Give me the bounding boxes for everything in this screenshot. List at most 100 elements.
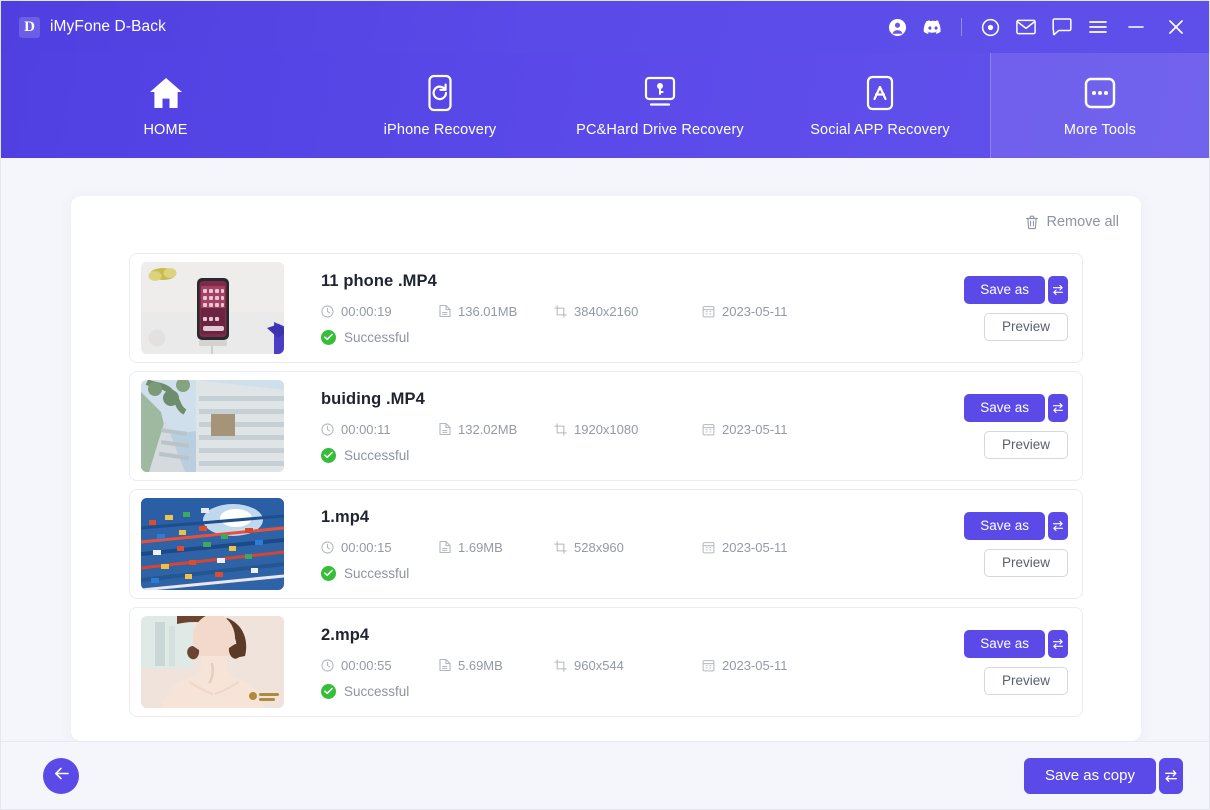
file-resolution-value: 960x544: [574, 657, 624, 673]
file-duration-value: 00:00:11: [341, 421, 391, 437]
file-name: 11 phone .MP4: [321, 271, 437, 290]
check-icon: [321, 565, 336, 581]
file-list: 11 phone .MP4 00:00:19 136.01MB 3840x216…: [129, 253, 1083, 727]
file-duration: 00:00:55: [321, 658, 439, 673]
calendar-icon: [702, 423, 715, 436]
swap-arrows-icon[interactable]: [1048, 393, 1068, 422]
app-logo: D: [19, 16, 40, 38]
file-thumbnail[interactable]: [141, 262, 284, 354]
main-navigation: HOME iPhone Recovery PC&Hard Drive Recov…: [1, 53, 1209, 158]
app-title: iMyFone D-Back: [50, 18, 166, 35]
status-badge: Successful: [321, 447, 955, 463]
file-name: 2.mp4: [321, 625, 370, 644]
file-row[interactable]: 1.mp4 00:00:15 1.69MB 528x960 2023-05-11…: [129, 489, 1083, 599]
account-icon[interactable]: [880, 10, 914, 44]
phone-refresh-icon: [426, 74, 454, 112]
file-date-value: 2023-05-11: [722, 303, 788, 319]
file-row[interactable]: 11 phone .MP4 00:00:19 136.01MB 3840x216…: [129, 253, 1083, 363]
file-info: 11 phone .MP4 00:00:19 136.01MB 3840x216…: [284, 272, 955, 345]
crop-icon: [554, 422, 567, 436]
target-icon[interactable]: [973, 10, 1007, 44]
back-button[interactable]: [43, 757, 79, 794]
file-duration-value: 00:00:15: [341, 539, 392, 555]
brand: D iMyFone D-Back: [19, 16, 166, 38]
preview-button[interactable]: Preview: [983, 312, 1068, 341]
mail-icon[interactable]: [1009, 10, 1043, 44]
preview-button[interactable]: Preview: [983, 666, 1068, 695]
save-as-button[interactable]: Save as: [964, 275, 1045, 304]
nav-item-iphone-recovery[interactable]: iPhone Recovery: [330, 53, 550, 158]
app-store-icon: [864, 74, 896, 112]
status-label: Successful: [344, 683, 410, 699]
file-icon: [439, 658, 451, 672]
nav-item-social-app-recovery[interactable]: Social APP Recovery: [770, 53, 990, 158]
minimize-icon[interactable]: [1117, 10, 1155, 44]
file-size-value: 5.69MB: [458, 657, 503, 673]
row-actions: Save as Preview: [955, 393, 1068, 459]
file-resolution-value: 1920x1080: [574, 421, 639, 437]
check-icon: [321, 447, 336, 463]
save-as-split-button: Save as: [964, 511, 1068, 540]
file-meta: 00:00:55 5.69MB 960x544 2023-05-11: [321, 658, 955, 673]
nav-label-pc-hard-drive-recovery: PC&Hard Drive Recovery: [576, 121, 744, 138]
calendar-icon: [702, 659, 715, 672]
close-icon[interactable]: [1157, 10, 1195, 44]
file-row[interactable]: buiding .MP4 00:00:11 132.02MB 1920x1080…: [129, 371, 1083, 481]
save-as-split-button: Save as: [964, 393, 1068, 422]
file-size-value: 132.02MB: [458, 421, 518, 437]
file-resolution: 528x960: [554, 540, 702, 555]
file-size: 1.69MB: [439, 540, 554, 555]
file-size-value: 136.01MB: [458, 303, 518, 319]
file-resolution-value: 528x960: [574, 539, 624, 555]
save-as-copy-button[interactable]: Save as copy: [1023, 757, 1156, 794]
file-name: buiding .MP4: [321, 389, 425, 408]
ellipsis-box-icon: [1083, 74, 1117, 112]
swap-arrows-icon[interactable]: [1048, 629, 1068, 658]
status-label: Successful: [344, 447, 410, 463]
nav-item-home[interactable]: HOME: [1, 53, 330, 158]
save-as-button[interactable]: Save as: [964, 511, 1045, 540]
toolbar-divider: [961, 18, 962, 36]
file-resolution-value: 3840x2160: [574, 303, 639, 319]
save-as-split-button: Save as: [964, 275, 1068, 304]
file-meta: 00:00:15 1.69MB 528x960 2023-05-11: [321, 540, 955, 555]
nav-item-more-tools[interactable]: More Tools: [990, 53, 1209, 158]
monitor-key-icon: [641, 74, 679, 112]
preview-button[interactable]: Preview: [983, 430, 1068, 459]
status-badge: Successful: [321, 565, 955, 581]
save-as-button[interactable]: Save as: [964, 629, 1045, 658]
file-info: 2.mp4 00:00:55 5.69MB 960x544 2023-05-11…: [284, 626, 955, 699]
save-as-button[interactable]: Save as: [964, 393, 1045, 422]
status-label: Successful: [344, 565, 410, 581]
status-badge: Successful: [321, 329, 955, 345]
file-icon: [439, 422, 451, 436]
results-panel: Remove all 11 phone .MP4 00:00:19 136.01…: [71, 196, 1141, 741]
swap-arrows-icon[interactable]: [1048, 275, 1068, 304]
remove-all-button[interactable]: Remove all: [1025, 214, 1119, 230]
swap-arrows-icon[interactable]: [1048, 511, 1068, 540]
menu-icon[interactable]: [1081, 10, 1115, 44]
file-size-value: 1.69MB: [458, 539, 503, 555]
chat-icon[interactable]: [1045, 10, 1079, 44]
discord-icon[interactable]: [916, 10, 950, 44]
clock-icon: [321, 658, 334, 672]
file-date: 2023-05-11: [702, 304, 788, 319]
nav-label-iphone-recovery: iPhone Recovery: [383, 121, 497, 138]
file-info: buiding .MP4 00:00:11 132.02MB 1920x1080…: [284, 390, 955, 463]
file-thumbnail[interactable]: [141, 380, 284, 472]
calendar-icon: [702, 541, 715, 554]
file-resolution: 1920x1080: [554, 422, 702, 437]
file-size: 5.69MB: [439, 658, 554, 673]
file-icon: [439, 304, 451, 318]
preview-button[interactable]: Preview: [983, 548, 1068, 577]
file-resolution: 960x544: [554, 658, 702, 673]
file-thumbnail[interactable]: [141, 616, 284, 708]
file-row[interactable]: 2.mp4 00:00:55 5.69MB 960x544 2023-05-11…: [129, 607, 1083, 717]
nav-item-pc-hard-drive-recovery[interactable]: PC&Hard Drive Recovery: [550, 53, 770, 158]
window-controls: [880, 10, 1195, 44]
home-icon: [146, 74, 186, 112]
row-actions: Save as Preview: [955, 629, 1068, 695]
file-name: 1.mp4: [321, 507, 370, 526]
swap-arrows-icon[interactable]: [1159, 757, 1183, 794]
file-thumbnail[interactable]: [141, 498, 284, 590]
